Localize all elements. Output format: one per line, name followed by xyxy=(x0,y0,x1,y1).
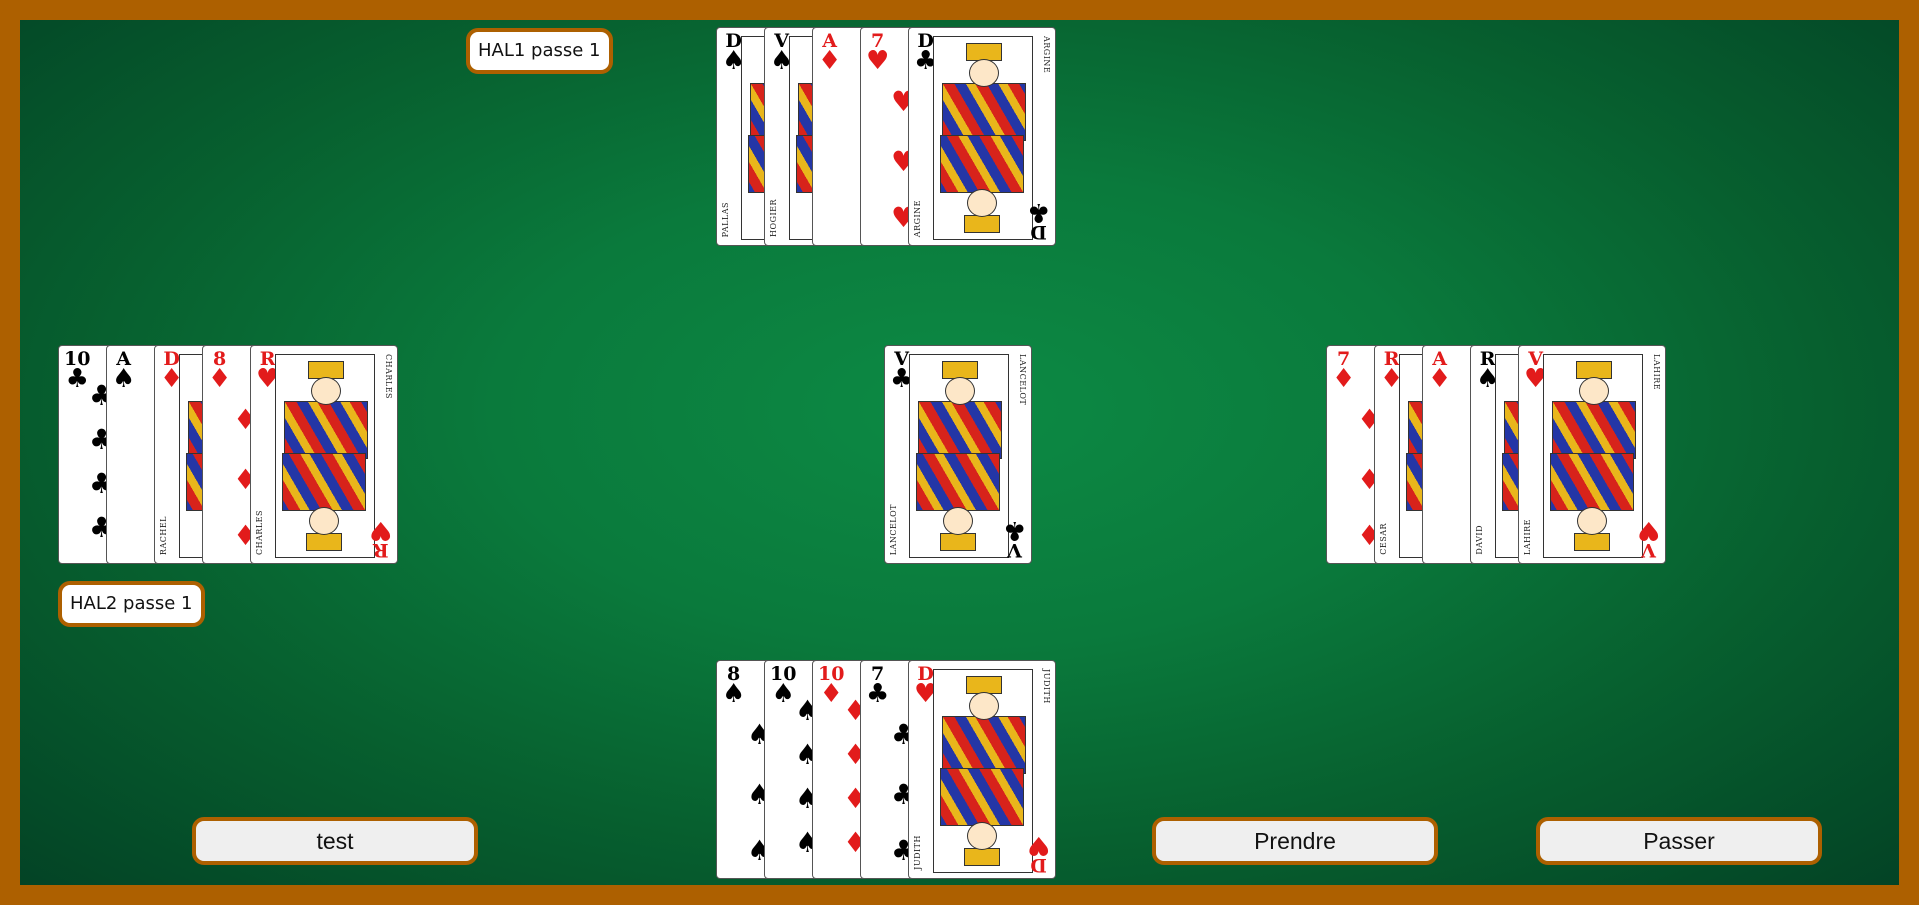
court-name: LAHIRE xyxy=(1652,354,1661,391)
suit-icon: ♥ xyxy=(368,515,392,545)
playing-card: V ♣ LANCELOT LANCELOT V ♣ xyxy=(884,345,1032,564)
court-name-inverted: RACHEL xyxy=(159,515,168,555)
playing-card[interactable]: D ♥ JUDITH JUDITH D ♥ xyxy=(908,660,1056,879)
court-figure-half xyxy=(1544,355,1642,459)
court-figure-half xyxy=(934,37,1032,141)
suit-icon: ♦ xyxy=(819,679,843,709)
court-figure-image xyxy=(1543,354,1643,558)
court-face xyxy=(945,377,975,405)
crown-icon xyxy=(306,533,342,551)
court-figure-image xyxy=(933,36,1033,240)
passer-button[interactable]: Passer xyxy=(1536,817,1822,865)
suit-icon: ♣ xyxy=(1026,197,1050,227)
suit-icon: ♥ xyxy=(1636,515,1660,545)
court-face xyxy=(1577,507,1607,535)
crown-icon xyxy=(964,848,1000,866)
court-name: JUDITH xyxy=(1042,669,1051,704)
court-figure-half xyxy=(910,355,1008,459)
crown-icon xyxy=(964,215,1000,233)
card-rank-corner: A ♠ xyxy=(112,350,136,394)
test-button[interactable]: test xyxy=(192,817,478,865)
card-rank-corner: 8 ♠ xyxy=(722,665,746,709)
playing-card: D ♣ ARGINE ARGINE D ♣ xyxy=(908,27,1056,246)
card-rank-corner-inverted: V ♣ xyxy=(1002,515,1026,561)
court-robe xyxy=(942,83,1026,141)
court-name: CHARLES xyxy=(384,354,393,400)
court-name: LANCELOT xyxy=(1018,354,1027,406)
playing-card: R ♥ CHARLES CHARLES R ♥ xyxy=(250,345,398,564)
hal2-status-label: HAL2 passe 1 xyxy=(58,581,205,627)
suit-icon: ♠ xyxy=(771,679,795,709)
court-face xyxy=(311,377,341,405)
card-table: D♠PALLASPALLASD♠V♠HOGIERHOGIERV♠A♦7♥♥♥♥D… xyxy=(20,20,1899,885)
court-robe xyxy=(284,401,368,459)
court-name-inverted: PALLAS xyxy=(721,201,730,237)
court-figure-half xyxy=(934,670,1032,774)
court-name-inverted: LANCELOT xyxy=(889,503,898,555)
card-rank-corner-inverted: R ♥ xyxy=(368,515,392,561)
court-figure-half xyxy=(1544,453,1642,557)
suit-icon: ♣ xyxy=(866,679,890,709)
court-name-inverted: HOGIER xyxy=(769,199,778,237)
court-figure-half xyxy=(934,768,1032,872)
card-rank-corner-inverted: D ♣ xyxy=(1026,197,1050,243)
card-rank-corner: A ♦ xyxy=(818,32,842,76)
court-figure-half xyxy=(276,355,374,459)
court-face xyxy=(969,692,999,720)
hal1-status-label: HAL1 passe 1 xyxy=(466,28,613,74)
crown-icon xyxy=(1574,533,1610,551)
card-rank-corner: 8 ♦ xyxy=(208,350,232,394)
court-figure-half xyxy=(276,453,374,557)
card-rank-corner: 10 ♦ xyxy=(818,665,844,709)
court-face xyxy=(309,507,339,535)
crown-icon xyxy=(940,533,976,551)
court-name-inverted: JUDITH xyxy=(913,835,922,870)
suit-icon: ♠ xyxy=(112,364,136,394)
court-robe xyxy=(940,768,1024,826)
court-robe xyxy=(1552,401,1636,459)
court-name: ARGINE xyxy=(1042,36,1051,74)
court-robe xyxy=(942,716,1026,774)
court-figure-image xyxy=(909,354,1009,558)
court-face xyxy=(969,59,999,87)
suit-icon: ♣ xyxy=(1002,515,1026,545)
court-figure-image xyxy=(275,354,375,558)
suit-icon: ♦ xyxy=(1332,364,1356,394)
suit-icon: ♦ xyxy=(1428,364,1452,394)
court-figure-half xyxy=(934,135,1032,239)
card-rank-corner: 10 ♠ xyxy=(770,665,796,709)
court-figure-image xyxy=(933,669,1033,873)
suit-icon: ♥ xyxy=(866,46,890,76)
card-rank-corner: A ♦ xyxy=(1428,350,1452,394)
card-rank-corner: 10 ♣ xyxy=(64,350,90,394)
court-name-inverted: ARGINE xyxy=(913,199,922,237)
court-face xyxy=(1579,377,1609,405)
prendre-button[interactable]: Prendre xyxy=(1152,817,1438,865)
table-frame: D♠PALLASPALLASD♠V♠HOGIERHOGIERV♠A♦7♥♥♥♥D… xyxy=(0,0,1919,905)
suit-icon: ♦ xyxy=(208,364,232,394)
court-robe xyxy=(282,453,366,511)
court-face xyxy=(967,189,997,217)
court-name-inverted: LAHIRE xyxy=(1523,518,1532,555)
card-rank-corner: 7 ♦ xyxy=(1332,350,1356,394)
card-rank-corner: 7 ♣ xyxy=(866,665,890,709)
court-robe xyxy=(1550,453,1634,511)
suit-icon: ♠ xyxy=(722,679,746,709)
court-face xyxy=(943,507,973,535)
playing-card: V ♥ LAHIRE LAHIRE V ♥ xyxy=(1518,345,1666,564)
card-rank-corner-inverted: V ♥ xyxy=(1636,515,1660,561)
suit-icon: ♣ xyxy=(65,364,89,394)
court-robe xyxy=(940,135,1024,193)
court-robe xyxy=(918,401,1002,459)
card-rank-corner: 7 ♥ xyxy=(866,32,890,76)
court-figure-half xyxy=(910,453,1008,557)
court-name-inverted: CESAR xyxy=(1379,523,1388,555)
court-robe xyxy=(916,453,1000,511)
court-face xyxy=(967,822,997,850)
court-name-inverted: DAVID xyxy=(1475,525,1484,555)
court-name-inverted: CHARLES xyxy=(255,509,264,555)
suit-icon: ♦ xyxy=(818,46,842,76)
card-rank-corner-inverted: D ♥ xyxy=(1026,830,1050,876)
suit-icon: ♥ xyxy=(1026,830,1050,860)
